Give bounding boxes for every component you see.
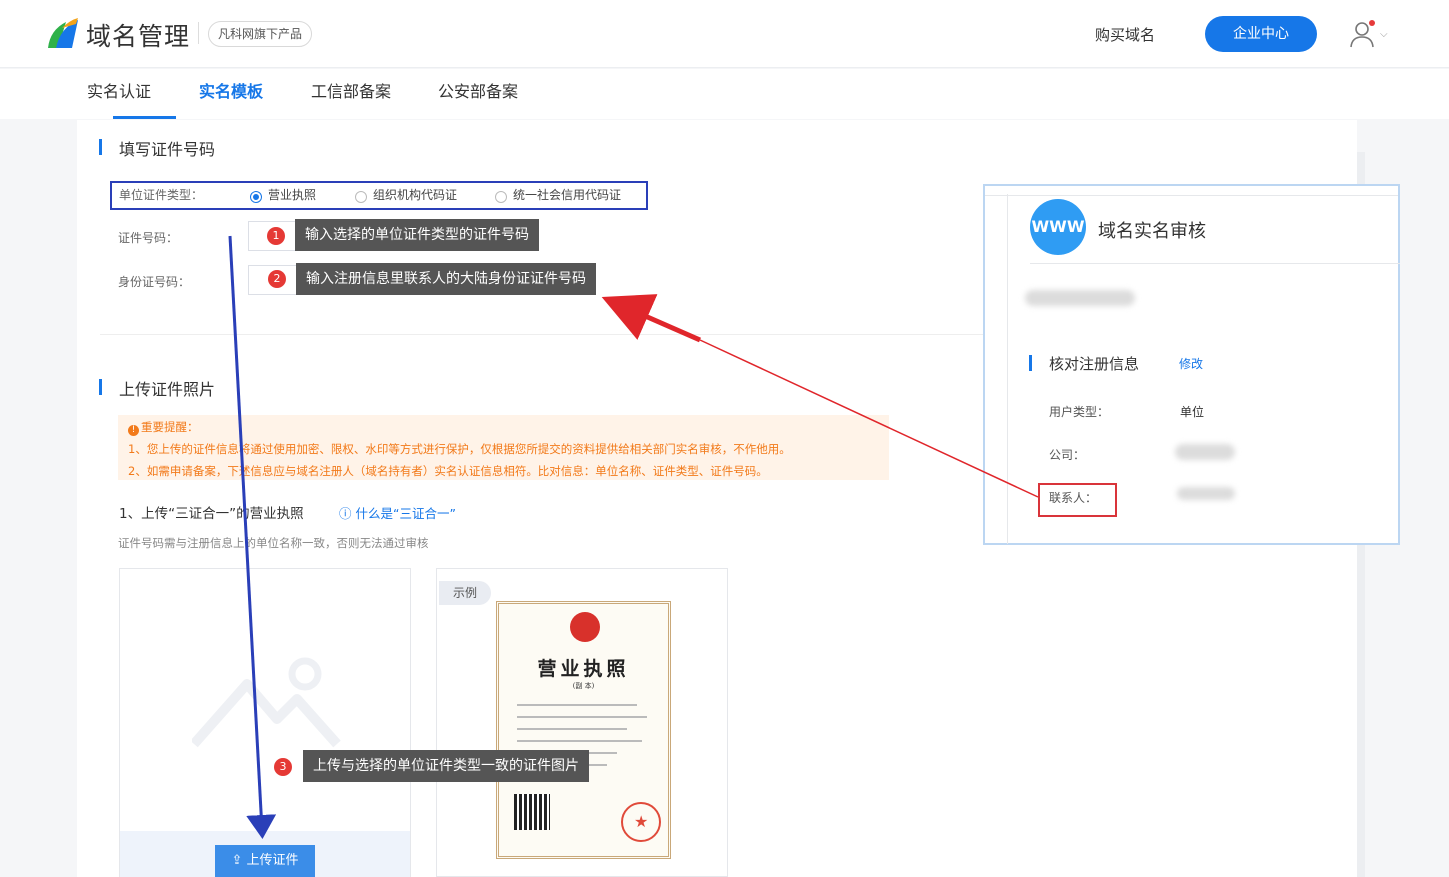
step-badge-3: 3 xyxy=(274,758,292,776)
cert-number-label: 证件号码： xyxy=(118,231,179,245)
license-text-line xyxy=(517,704,637,706)
what-link-text[interactable]: 什么是“三证合一” xyxy=(356,506,456,521)
cert-type-row: 单位证件类型： 营业执照 组织机构代码证 统一社会信用代码证 xyxy=(110,181,648,210)
radio-label-business-license[interactable]: 营业执照 xyxy=(268,186,316,203)
edit-link[interactable]: 修改 xyxy=(1179,355,1203,372)
license-title: 营业执照 xyxy=(537,658,630,680)
upload-heading: 1、上传“三证合一”的营业执照 xyxy=(119,506,304,522)
tab-real-name-template[interactable]: 实名模板 xyxy=(199,78,263,102)
upload-icon: ⇪ xyxy=(231,853,243,868)
what-is-three-in-one-link[interactable]: ⓘ 什么是“三证合一” xyxy=(339,503,456,522)
radio-business-license[interactable] xyxy=(250,191,262,203)
id-number-label: 身份证号码： xyxy=(118,275,191,289)
radio-label-org-code[interactable]: 组织机构代码证 xyxy=(373,186,457,203)
national-emblem-icon xyxy=(570,612,600,642)
enterprise-center-button[interactable]: 企业中心 xyxy=(1205,16,1317,52)
notice-line-2: 2、如需申请备案，下述信息应与域名注册人（域名持有者）实名认证信息相符。比对信息… xyxy=(128,464,768,478)
license-subtitle: (副 本) xyxy=(572,682,595,690)
notice-title-text: 重要提醒： xyxy=(141,420,199,434)
panel-inner-border xyxy=(1007,194,1008,544)
user-type-value: 单位 xyxy=(1180,405,1205,419)
section-title-upload: 上传证件照片 xyxy=(99,376,215,400)
important-notice: ! 重要提醒： 1、您上传的证件信息将通过使用加密、限权、水印等方式进行保护，仅根… xyxy=(118,415,889,480)
product-badge: 凡科网旗下产品 xyxy=(208,21,313,47)
top-header: 域名管理 凡科网旗下产品 购买域名 企业中心 ⌵ xyxy=(0,0,1449,68)
help-circle-icon: ⓘ xyxy=(339,506,352,521)
company-label: 公司： xyxy=(1049,448,1086,462)
sample-license-image: 营业执照 (副 本) xyxy=(496,601,671,859)
contact-highlight-box xyxy=(1038,483,1117,517)
radio-credit-code[interactable] xyxy=(495,191,507,203)
sample-license-box: 示例 营业执照 (副 本) xyxy=(436,568,728,877)
buy-domain-link[interactable]: 购买域名 xyxy=(1095,24,1155,45)
tab-real-name-auth[interactable]: 实名认证 xyxy=(87,78,151,102)
upload-dropzone[interactable] xyxy=(119,568,411,877)
chevron-down-icon[interactable]: ⌵ xyxy=(1380,29,1388,40)
license-text-line xyxy=(517,728,627,730)
upload-button-label[interactable]: 上传证件 xyxy=(247,853,299,868)
sample-tag: 示例 xyxy=(439,581,492,605)
radio-label-credit-code[interactable]: 统一社会信用代码证 xyxy=(513,186,621,203)
license-text-line xyxy=(517,716,647,718)
notification-dot xyxy=(1369,20,1375,26)
license-text-line xyxy=(517,740,642,742)
tab-miit-filing[interactable]: 工信部备案 xyxy=(311,78,391,102)
review-panel-title: 域名实名审核 xyxy=(1098,221,1206,242)
active-tab-underline xyxy=(113,116,176,119)
section-divider xyxy=(100,334,983,335)
panel-top-border xyxy=(985,186,1398,196)
warning-icon: ! xyxy=(128,425,139,436)
upload-hint: 证件号码需与注册信息上的单位名称一致，否则无法通过审核 xyxy=(118,536,429,550)
blurred-company xyxy=(1175,444,1235,460)
logo-icon xyxy=(48,18,78,48)
upload-cert-button[interactable]: ⇪ 上传证件 xyxy=(215,845,315,877)
panel-divider xyxy=(1030,263,1400,264)
annotation-tip-1: 输入选择的单位证件类型的证件号码 xyxy=(295,219,539,251)
notice-line-1: 1、您上传的证件信息将通过使用加密、限权、水印等方式进行保护，仅根据您所提交的资… xyxy=(128,442,791,456)
tab-bar: 实名认证 实名模板 工信部备案 公安部备案 xyxy=(0,69,1449,119)
cert-type-label: 单位证件类型： xyxy=(119,188,204,202)
tab-police-filing[interactable]: 公安部备案 xyxy=(438,78,518,102)
brand-name[interactable]: 域名管理 xyxy=(86,17,190,53)
blurred-contact xyxy=(1177,487,1235,500)
qr-code-icon xyxy=(514,794,550,830)
step-badge-1: 1 xyxy=(267,227,285,245)
www-icon: WWW xyxy=(1030,199,1086,255)
blurred-domain xyxy=(1025,290,1135,306)
annotation-tip-2: 输入注册信息里联系人的大陆身份证证件号码 xyxy=(296,263,596,295)
section-title-cert-number: 填写证件号码 xyxy=(99,136,215,160)
brand-divider xyxy=(198,22,199,44)
radio-org-code[interactable] xyxy=(355,191,367,203)
notice-title: ! 重要提醒： xyxy=(128,419,199,436)
image-placeholder-icon xyxy=(192,657,341,748)
step-badge-2: 2 xyxy=(268,270,286,288)
user-type-label: 用户类型： xyxy=(1049,405,1110,419)
verify-info-title: 核对注册信息 xyxy=(1029,353,1139,374)
annotation-tip-3: 上传与选择的单位证件类型一致的证件图片 xyxy=(303,750,589,782)
official-seal-icon xyxy=(621,802,661,842)
